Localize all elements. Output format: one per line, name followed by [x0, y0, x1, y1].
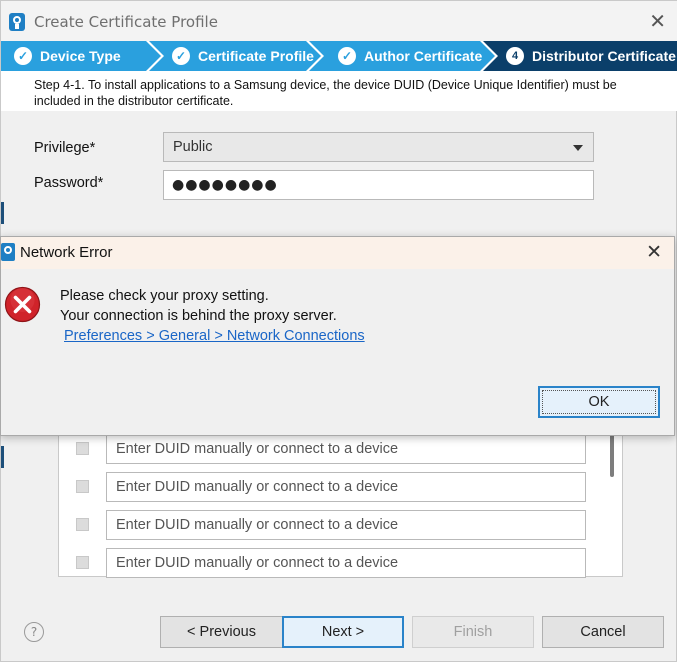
step-label: Distributor Certificate — [532, 48, 676, 64]
chevron-down-icon — [573, 145, 583, 151]
ok-button[interactable]: OK — [538, 386, 660, 418]
step-number-badge: 4 — [506, 47, 524, 65]
duid-input[interactable]: Enter DUID manually or connect to a devi… — [106, 548, 586, 578]
password-field[interactable]: ●●●●●●●● — [163, 170, 594, 200]
step-certificate-profile: ✓ Certificate Profile — [172, 41, 314, 71]
password-label: Password* — [34, 175, 104, 191]
window-titlebar: Create Certificate Profile ✕ — [1, 1, 677, 41]
privilege-label: Privilege* — [34, 140, 96, 156]
privilege-value: Public — [173, 139, 213, 155]
step-label: Author Certificate — [364, 48, 483, 64]
check-icon: ✓ — [338, 47, 356, 65]
duid-checkbox[interactable] — [76, 556, 89, 569]
step-distributor-certificate: 4 Distributor Certificate — [506, 41, 676, 71]
wizard-steps: ✓ Device Type ✓ Certificate Profile ✓ Au… — [1, 41, 677, 71]
window-title: Create Certificate Profile — [34, 13, 218, 31]
duid-checkbox[interactable] — [76, 480, 89, 493]
dialog-titlebar: Network Error ✕ — [1, 237, 674, 269]
close-icon[interactable]: ✕ — [646, 240, 662, 264]
step-label: Certificate Profile — [198, 48, 314, 64]
check-icon: ✓ — [14, 47, 32, 65]
duid-checkbox[interactable] — [76, 518, 89, 531]
duid-input[interactable]: Enter DUID manually or connect to a devi… — [106, 510, 586, 540]
duid-row: Enter DUID manually or connect to a devi… — [59, 506, 604, 544]
close-icon[interactable]: ✕ — [649, 9, 666, 33]
duid-input[interactable]: Enter DUID manually or connect to a devi… — [106, 434, 586, 464]
edge-marker — [1, 446, 4, 468]
finish-button[interactable]: Finish — [412, 616, 534, 648]
network-connections-link[interactable]: Preferences > General > Network Connecti… — [64, 328, 365, 344]
check-icon: ✓ — [172, 47, 190, 65]
duid-row: Enter DUID manually or connect to a devi… — [59, 544, 604, 582]
dialog-title: Network Error — [20, 244, 113, 261]
app-icon — [1, 243, 15, 261]
error-message-line-1: Please check your proxy setting. — [60, 288, 269, 304]
duid-list: Enter DUID manually or connect to a devi… — [58, 426, 623, 578]
duid-input[interactable]: Enter DUID manually or connect to a devi… — [106, 472, 586, 502]
duid-checkbox[interactable] — [76, 442, 89, 455]
error-message-line-2: Your connection is behind the proxy serv… — [60, 308, 337, 324]
step-label: Device Type — [40, 48, 121, 64]
duid-scrollbar[interactable] — [610, 433, 614, 477]
cancel-button[interactable]: Cancel — [542, 616, 664, 648]
description-text: Step 4-1. To install applications to a S… — [34, 78, 617, 108]
privilege-select[interactable]: Public — [163, 132, 594, 162]
step-device-type: ✓ Device Type — [14, 41, 121, 71]
edge-marker — [1, 202, 4, 224]
help-icon[interactable]: ? — [24, 622, 44, 642]
duid-row: Enter DUID manually or connect to a devi… — [59, 468, 604, 506]
next-button[interactable]: Next > — [282, 616, 404, 648]
previous-button[interactable]: < Previous — [160, 616, 283, 648]
step-author-certificate: ✓ Author Certificate — [338, 41, 482, 71]
password-value: ●●●●●●●● — [172, 177, 278, 193]
step-description: Step 4-1. To install applications to a S… — [1, 71, 677, 111]
app-icon — [9, 13, 25, 31]
error-x-icon — [4, 286, 41, 323]
